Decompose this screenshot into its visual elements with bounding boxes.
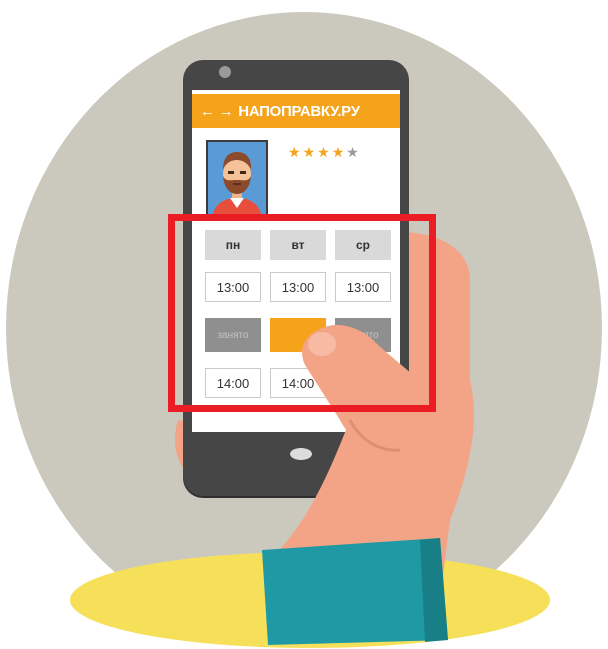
highlight-frame [168, 214, 436, 412]
illustration-scene: ← → НАПОПРАВКУ.РУ ★★★★★ пн вт ср 13:00 1… [0, 0, 608, 649]
